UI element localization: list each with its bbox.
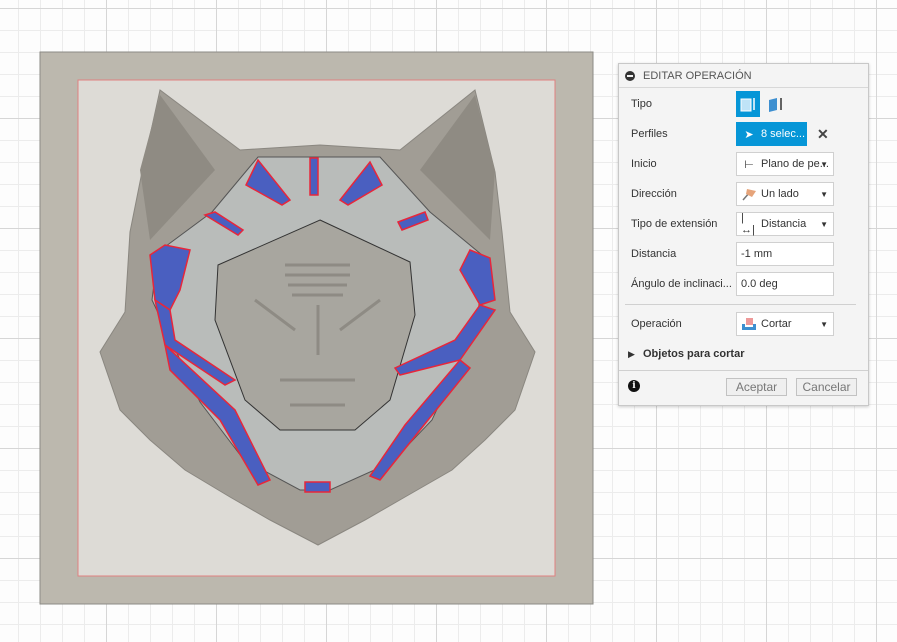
dialog-title: EDITAR OPERACIÓN bbox=[643, 69, 752, 82]
operacion-value: Cortar bbox=[761, 318, 792, 330]
profiles-selection-button[interactable]: ➤ 8 selec... bbox=[736, 122, 807, 146]
inicio-label: Inicio bbox=[631, 158, 657, 170]
distancia-label: Distancia bbox=[631, 248, 677, 260]
one-side-icon bbox=[741, 187, 757, 201]
solid-extrude-icon[interactable] bbox=[736, 91, 760, 117]
angulo-value: 0.0 deg bbox=[741, 278, 778, 290]
surface-extrude-icon[interactable] bbox=[764, 91, 788, 117]
dialog-header[interactable]: EDITAR OPERACIÓN bbox=[619, 64, 868, 88]
collapse-icon[interactable] bbox=[625, 70, 635, 81]
chevron-down-icon: ▼ bbox=[820, 219, 828, 229]
chevron-down-icon: ▼ bbox=[820, 319, 828, 329]
clear-selection-icon[interactable]: ✕ bbox=[817, 126, 829, 143]
divider bbox=[625, 304, 856, 305]
row-angulo: Ángulo de inclinaci... 0.0 deg bbox=[619, 271, 868, 297]
operacion-label: Operación bbox=[631, 318, 682, 330]
angulo-input[interactable]: 0.0 deg bbox=[736, 272, 834, 296]
row-inicio: Inicio ⊢ Plano de pe... ▼ bbox=[619, 151, 868, 177]
cursor-icon: ➤ bbox=[744, 128, 754, 141]
divider bbox=[619, 370, 868, 371]
distancia-value: -1 mm bbox=[741, 248, 773, 260]
angulo-label: Ángulo de inclinaci... bbox=[631, 278, 732, 290]
row-tipo-extension: Tipo de extensión |↔| Distancia ▼ bbox=[619, 211, 868, 237]
profiles-count: 8 selec... bbox=[761, 128, 806, 140]
start-plane-icon: ⊢ bbox=[744, 158, 754, 171]
distance-icon: |↔| bbox=[741, 212, 755, 236]
row-perfiles: Perfiles ➤ 8 selec... ✕ bbox=[619, 121, 868, 147]
tipo-extension-dropdown[interactable]: |↔| Distancia ▼ bbox=[736, 212, 834, 236]
direccion-label: Dirección bbox=[631, 188, 677, 200]
chevron-down-icon: ▼ bbox=[820, 159, 828, 169]
operacion-dropdown[interactable]: Cortar ▼ bbox=[736, 312, 834, 336]
cut-icon bbox=[741, 317, 757, 331]
direccion-dropdown[interactable]: Un lado ▼ bbox=[736, 182, 834, 206]
row-direccion: Dirección Un lado ▼ bbox=[619, 181, 868, 207]
objetos-para-cortar-toggle[interactable]: ▶ Objetos para cortar bbox=[619, 341, 868, 367]
objetos-label: Objetos para cortar bbox=[643, 348, 745, 360]
inicio-dropdown[interactable]: ⊢ Plano de pe... ▼ bbox=[736, 152, 834, 176]
direccion-value: Un lado bbox=[761, 188, 799, 200]
expand-triangle-icon: ▶ bbox=[628, 348, 635, 359]
info-icon[interactable]: i bbox=[628, 380, 640, 392]
chevron-down-icon: ▼ bbox=[820, 189, 828, 199]
tipo-label: Tipo bbox=[631, 98, 652, 110]
tipo-extension-value: Distancia bbox=[761, 218, 807, 230]
tipo-extension-label: Tipo de extensión bbox=[631, 218, 718, 230]
accept-button[interactable]: Aceptar bbox=[726, 378, 787, 396]
row-operacion: Operación Cortar ▼ bbox=[619, 311, 868, 337]
perfiles-label: Perfiles bbox=[631, 128, 668, 140]
inicio-value: Plano de pe... bbox=[761, 158, 829, 170]
edit-feature-dialog: EDITAR OPERACIÓN Tipo Perfiles ➤ 8 selec… bbox=[618, 63, 869, 406]
row-distancia: Distancia -1 mm bbox=[619, 241, 868, 267]
row-tipo: Tipo bbox=[619, 91, 868, 117]
distancia-input[interactable]: -1 mm bbox=[736, 242, 834, 266]
cancel-button[interactable]: Cancelar bbox=[796, 378, 857, 396]
